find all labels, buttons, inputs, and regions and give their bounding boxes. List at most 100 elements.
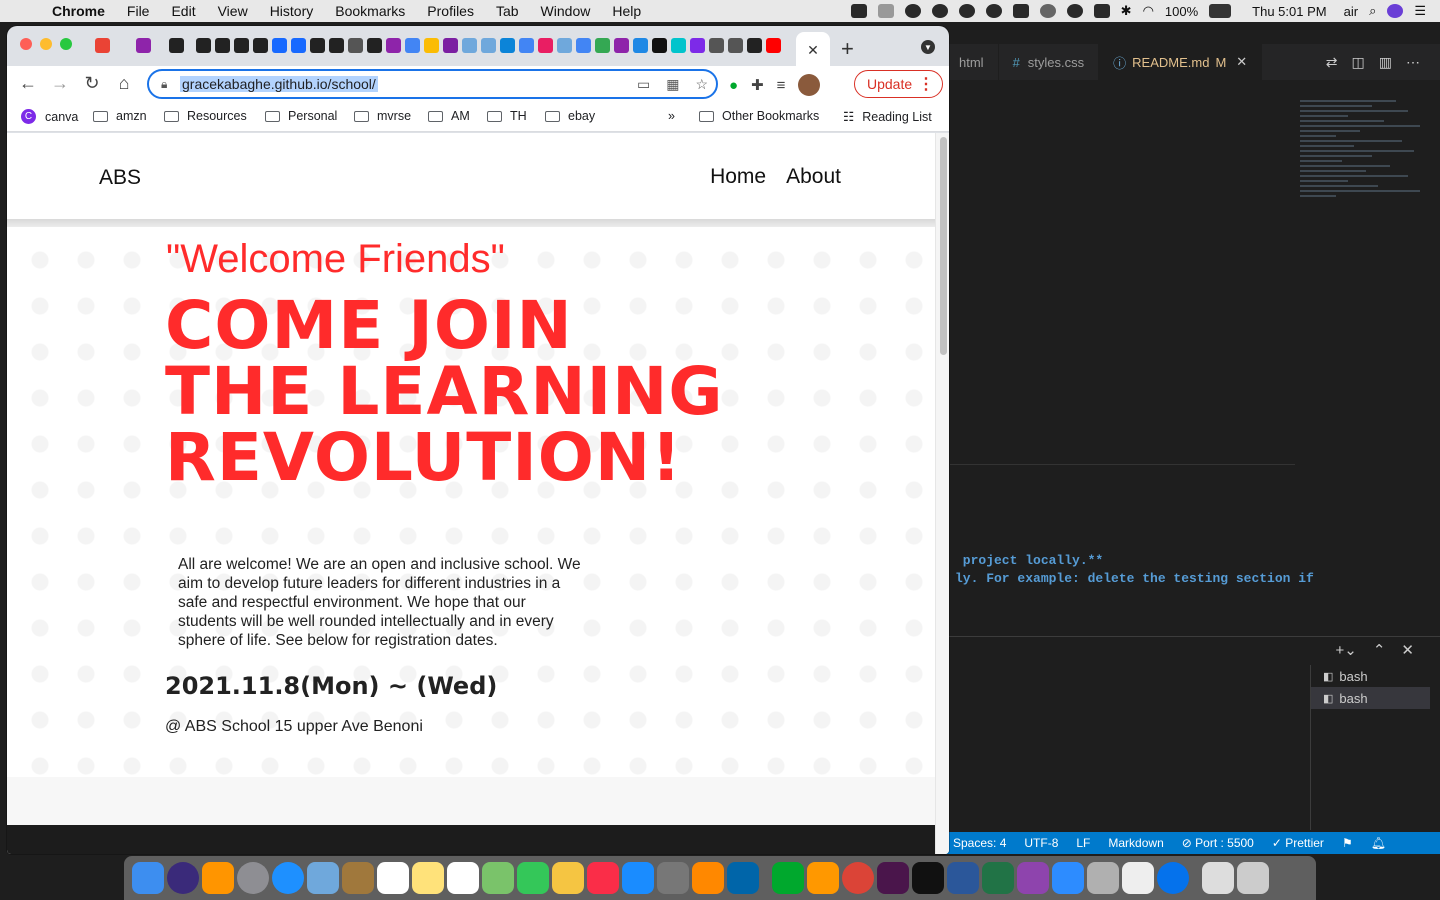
scrollbar-thumb[interactable] <box>940 137 947 355</box>
github-tab-icon[interactable] <box>329 38 344 53</box>
cast-icon[interactable]: ▭ <box>637 76 650 93</box>
mvrse-tab-icon[interactable] <box>136 38 151 53</box>
nav-about-link[interactable]: About <box>786 165 841 189</box>
site-tab-icon[interactable] <box>728 38 743 53</box>
menu-bookmarks[interactable]: Bookmarks <box>335 3 405 19</box>
feedback-icon[interactable]: ⚑ <box>1342 836 1353 850</box>
wifi-icon[interactable]: ◠ <box>1143 3 1154 19</box>
docs-tab-icon[interactable] <box>519 38 534 53</box>
open-changes-icon[interactable]: ⇄ <box>1326 54 1338 71</box>
site-tab-icon[interactable] <box>652 38 667 53</box>
site-tab-icon[interactable] <box>709 38 724 53</box>
extensions-puzzle-icon[interactable]: ✚ <box>751 76 764 94</box>
bookmark-folder-resources[interactable]: Resources <box>164 109 247 123</box>
bookmark-folder-personal[interactable]: Personal <box>265 109 337 123</box>
behance-tab-icon[interactable] <box>272 38 287 53</box>
messages-icon[interactable] <box>517 862 549 894</box>
github-tab-icon[interactable] <box>169 38 184 53</box>
docs-tab-icon[interactable] <box>405 38 420 53</box>
clock[interactable]: Thu 5:01 PM <box>1252 4 1326 19</box>
terminal-icon[interactable] <box>912 862 944 894</box>
menu-file[interactable]: File <box>127 3 150 19</box>
split-editor-icon[interactable]: ▥ <box>1379 54 1392 71</box>
new-tab-button[interactable]: + <box>841 36 854 62</box>
active-tab[interactable]: ✕ <box>796 32 830 68</box>
behance-tab-icon[interactable] <box>291 38 306 53</box>
site-brand[interactable]: ABS <box>99 166 141 190</box>
safari-icon[interactable] <box>272 862 304 894</box>
home-icon[interactable]: ⌂ <box>113 73 135 94</box>
onepassword-icon[interactable] <box>1157 862 1189 894</box>
status-live-server[interactable]: ⊘ Port : 5500 <box>1182 836 1254 850</box>
vscode-tab-readme[interactable]: ⓘ README.md M ✕ <box>1099 44 1263 80</box>
minimap[interactable] <box>1300 100 1420 260</box>
pinterest-tab-icon[interactable] <box>443 38 458 53</box>
qr-code-icon[interactable]: ▦ <box>666 76 679 93</box>
bookmarks-overflow-button[interactable]: » <box>668 109 675 123</box>
address-bar[interactable]: 🔒︎ gracekabaghe.github.io/school/ ▭ ▦ ☆ <box>147 69 718 99</box>
media-queue-icon[interactable]: ≡ <box>777 77 786 94</box>
site-tab-icon[interactable] <box>424 38 439 53</box>
update-button[interactable]: Update ⋮ <box>854 70 943 98</box>
calendar-icon[interactable] <box>377 862 409 894</box>
maximize-panel-icon[interactable]: ⌃ <box>1373 641 1386 659</box>
notes-icon[interactable] <box>412 862 444 894</box>
podcasts-icon[interactable] <box>1017 862 1049 894</box>
finder-icon[interactable] <box>132 862 164 894</box>
bookmark-star-icon[interactable]: ☆ <box>695 76 708 93</box>
youtube-tab-icon[interactable] <box>766 38 781 53</box>
books-icon[interactable] <box>202 862 234 894</box>
forward-icon[interactable]: → <box>49 73 71 94</box>
onepassword-status-icon[interactable] <box>904 4 921 18</box>
canva-tab-icon[interactable] <box>690 38 705 53</box>
bookmark-folder-ebay[interactable]: ebay <box>545 109 595 123</box>
menu-view[interactable]: View <box>218 3 248 19</box>
minimize-window-button[interactable] <box>40 38 52 50</box>
site-tab-icon[interactable] <box>348 38 363 53</box>
spotlight-search-icon[interactable]: ⌕ <box>1369 3 1376 19</box>
mvrse-tab-icon[interactable] <box>614 38 629 53</box>
bookmark-canva[interactable]: Ccanva <box>21 109 78 124</box>
reload-icon[interactable]: ↻ <box>81 73 103 94</box>
documents-icon[interactable] <box>1202 862 1234 894</box>
canva-tab-icon[interactable] <box>671 38 686 53</box>
bookmark-folder-amzn[interactable]: amzn <box>93 109 147 123</box>
github-tab-icon[interactable] <box>234 38 249 53</box>
status-eol[interactable]: LF <box>1076 836 1090 850</box>
maps-icon[interactable] <box>482 862 514 894</box>
status-prettier[interactable]: ✓ Prettier <box>1272 836 1324 850</box>
chrome-icon[interactable] <box>842 862 874 894</box>
github-tab-icon[interactable] <box>310 38 325 53</box>
menu-app-name[interactable]: Chrome <box>52 3 105 19</box>
close-window-button[interactable] <box>20 38 32 50</box>
gear-status-icon[interactable] <box>985 4 1002 18</box>
system-preferences-icon[interactable] <box>657 862 689 894</box>
control-center-icon[interactable]: ☰ <box>1414 3 1426 19</box>
user-name[interactable]: air <box>1344 4 1358 19</box>
terminal-item[interactable]: ◧ bash <box>1311 665 1430 687</box>
github-tab-icon[interactable] <box>367 38 382 53</box>
flag-tab-icon[interactable] <box>462 38 477 53</box>
profile-avatar[interactable] <box>798 74 821 96</box>
vscode-icon[interactable] <box>727 862 759 894</box>
editor-code[interactable]: project locally.** ly. For example: delet… <box>955 552 1314 588</box>
bluetooth-icon[interactable]: ✱ <box>1121 3 1132 19</box>
menu-history[interactable]: History <box>270 3 314 19</box>
bookmark-folder-th[interactable]: TH <box>487 109 527 123</box>
battery-percent[interactable]: 100% <box>1165 4 1198 19</box>
mvrse-tab-icon[interactable] <box>386 38 401 53</box>
reading-list[interactable]: ☷ Reading List <box>843 109 932 125</box>
flag-tab-icon[interactable] <box>481 38 496 53</box>
nav-home-link[interactable]: Home <box>710 165 766 189</box>
gmail-tab-icon[interactable] <box>95 38 110 53</box>
notebook-icon[interactable] <box>342 862 374 894</box>
preview-icon[interactable] <box>307 862 339 894</box>
evernote-extension-icon[interactable]: ● <box>729 77 738 94</box>
bookmark-folder-am[interactable]: AM <box>428 109 470 123</box>
vscode-tab-styles[interactable]: # styles.css <box>999 44 1100 80</box>
more-actions-icon[interactable]: ⋯ <box>1406 54 1420 71</box>
reminders-icon[interactable] <box>447 862 479 894</box>
github-tab-icon[interactable] <box>196 38 211 53</box>
launchpad-icon[interactable] <box>237 862 269 894</box>
siri-icon[interactable] <box>1387 4 1404 18</box>
